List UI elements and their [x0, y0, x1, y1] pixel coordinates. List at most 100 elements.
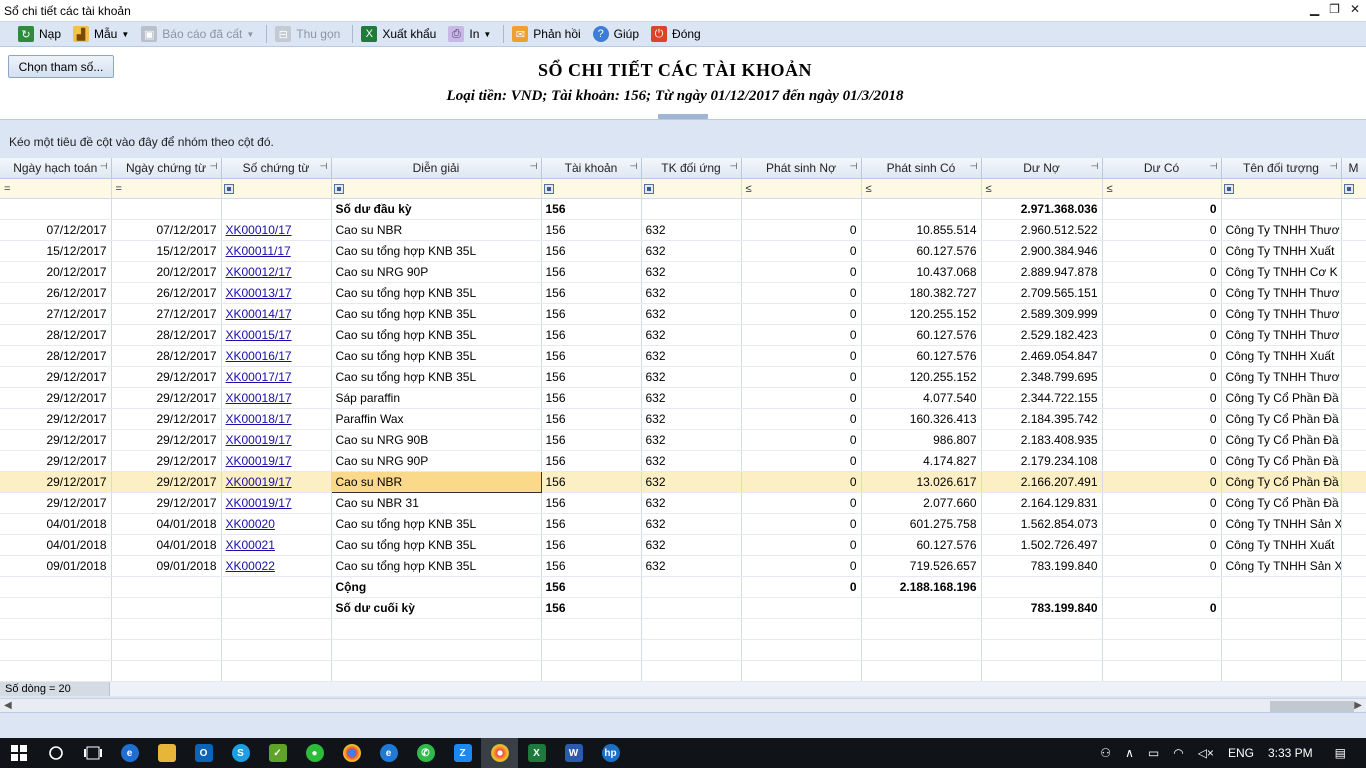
hp-icon[interactable]: hp [592, 738, 629, 768]
feedback-button[interactable]: ✉ Phản hồi [508, 23, 584, 45]
balance-credit-cell[interactable]: 0 [1102, 513, 1222, 535]
export-button[interactable]: X Xuất khẩu [357, 23, 440, 45]
posting-date-cell[interactable]: 29/12/2017 [0, 408, 112, 430]
debit-cell[interactable]: 0 [741, 366, 862, 388]
filter-cell[interactable]: ≤ [741, 178, 862, 199]
party-name-cell[interactable]: Công Ty TNHH Cơ K [1221, 261, 1342, 283]
description-cell[interactable]: Cao su NRG 90P [331, 261, 542, 283]
description-cell[interactable]: Cao su NBR 31 [331, 492, 542, 514]
contra-account-cell[interactable] [641, 576, 742, 598]
voucher-no-cell[interactable]: XK00019/17 [221, 429, 332, 451]
help-button[interactable]: ? Giúp [589, 23, 643, 45]
voucher-no-cell[interactable]: XK00018/17 [221, 408, 332, 430]
filter-cell[interactable]: = [111, 178, 222, 199]
table-row[interactable]: 26/12/2017 26/12/2017 XK00013/17 Cao su tổn… [0, 282, 1366, 304]
voucher-no-cell[interactable]: XK00019/17 [221, 492, 332, 514]
table-row[interactable]: 29/12/2017 29/12/2017 XK00018/17 Sáp paraff… [0, 387, 1366, 409]
pin-icon[interactable]: ⊣ [1091, 161, 1099, 172]
table-row[interactable]: 29/12/2017 29/12/2017 XK00017/17 Cao su tổn… [0, 366, 1366, 388]
balance-credit-cell[interactable]: 0 [1102, 555, 1222, 577]
party-name-cell[interactable]: Công Ty TNHH Thươ [1221, 366, 1342, 388]
party-name-cell[interactable]: Công Ty TNHH Thươ [1221, 219, 1342, 241]
account-cell[interactable]: 156 [541, 198, 642, 220]
posting-date-cell[interactable]: 29/12/2017 [0, 366, 112, 388]
debit-cell[interactable]: 0 [741, 576, 862, 598]
search-icon[interactable] [37, 738, 74, 768]
voucher-date-cell[interactable]: 28/12/2017 [111, 345, 222, 367]
table-row[interactable]: 15/12/2017 15/12/2017 XK00011/17 Cao su tổn… [0, 240, 1366, 262]
posting-date-cell[interactable]: 04/01/2018 [0, 513, 112, 535]
description-cell[interactable]: Cao su tổng hợp KNB 35L [331, 240, 542, 262]
contra-account-cell[interactable]: 632 [641, 303, 742, 325]
debit-cell[interactable] [741, 198, 862, 220]
pin-icon[interactable]: ⊣ [320, 161, 328, 172]
col-header-credit[interactable]: Phát sinh Có ⊣ [861, 158, 982, 179]
app-green-icon[interactable]: ✓ [259, 738, 296, 768]
table-row[interactable]: Cộng 156 0 2.188.168.196 [0, 576, 1366, 598]
collapse-button[interactable]: ⊟ Thu gọn [271, 23, 344, 45]
balance-credit-cell[interactable]: 0 [1102, 450, 1222, 472]
party-name-cell[interactable]: Công Ty Cổ Phần Đầ [1221, 408, 1342, 430]
battery-icon[interactable]: ▭ [1148, 746, 1159, 760]
filter-cell[interactable] [221, 178, 332, 199]
debit-cell[interactable]: 0 [741, 450, 862, 472]
party-name-cell[interactable]: Công Ty TNHH Thươ [1221, 303, 1342, 325]
pin-icon[interactable]: ⊣ [1210, 161, 1218, 172]
debit-cell[interactable]: 0 [741, 261, 862, 283]
balance-debit-cell[interactable]: 783.199.840 [981, 555, 1103, 577]
party-name-cell[interactable]: Công Ty TNHH Xuất [1221, 345, 1342, 367]
contra-account-cell[interactable]: 632 [641, 261, 742, 283]
party-name-cell[interactable] [1221, 198, 1342, 220]
language-indicator[interactable]: ENG [1228, 746, 1254, 760]
party-name-cell[interactable]: Công Ty Cổ Phần Đầ [1221, 450, 1342, 472]
voucher-no-cell[interactable]: XK00021 [221, 534, 332, 556]
voucher-date-cell[interactable] [111, 198, 222, 220]
voucher-date-cell[interactable]: 04/01/2018 [111, 513, 222, 535]
voucher-link[interactable]: XK00022 [226, 559, 275, 573]
contra-account-cell[interactable]: 632 [641, 492, 742, 514]
account-cell[interactable]: 156 [541, 261, 642, 283]
table-row[interactable]: 09/01/2018 09/01/2018 XK00022 Cao su tổng h… [0, 555, 1366, 577]
skype-icon[interactable]: S [222, 738, 259, 768]
posting-date-cell[interactable]: 29/12/2017 [0, 450, 112, 472]
pin-icon[interactable]: ⊣ [730, 161, 738, 172]
contra-account-cell[interactable]: 632 [641, 366, 742, 388]
filter-cell[interactable] [1341, 178, 1366, 199]
debit-cell[interactable]: 0 [741, 492, 862, 514]
posting-date-cell[interactable]: 27/12/2017 [0, 303, 112, 325]
voucher-date-cell[interactable]: 29/12/2017 [111, 492, 222, 514]
balance-credit-cell[interactable]: 0 [1102, 492, 1222, 514]
voucher-date-cell[interactable]: 15/12/2017 [111, 240, 222, 262]
voucher-no-cell[interactable]: XK00010/17 [221, 219, 332, 241]
close-button[interactable]: ⏻ Đóng [647, 23, 705, 45]
party-name-cell[interactable]: Công Ty Cổ Phần Đầ [1221, 471, 1342, 493]
voucher-link[interactable]: XK00019/17 [226, 433, 292, 447]
scroll-thumb[interactable] [1270, 701, 1354, 712]
group-by-panel[interactable]: Kéo một tiêu đề cột vào đây để nhóm theo… [0, 120, 1366, 158]
col-header-contra-account[interactable]: TK đối ứng ⊣ [641, 158, 742, 179]
account-cell[interactable]: 156 [541, 387, 642, 409]
wifi-icon[interactable]: ◠ [1173, 746, 1183, 760]
description-cell[interactable]: Số dư đầu kỳ [331, 198, 542, 220]
description-cell[interactable]: Cao su tổng hợp KNB 35L [331, 366, 542, 388]
party-name-cell[interactable]: Công Ty TNHH Sản X [1221, 555, 1342, 577]
minimize-button[interactable]: ▁ [1310, 2, 1319, 16]
edge-icon[interactable]: e [111, 738, 148, 768]
extra-cell[interactable] [1341, 240, 1366, 262]
filter-icon[interactable] [333, 183, 344, 194]
balance-credit-cell[interactable]: 0 [1102, 534, 1222, 556]
balance-credit-cell[interactable]: 0 [1102, 366, 1222, 388]
debit-cell[interactable]: 0 [741, 513, 862, 535]
misa-icon[interactable] [481, 738, 518, 768]
contra-account-cell[interactable]: 632 [641, 471, 742, 493]
voucher-date-cell[interactable]: 29/12/2017 [111, 471, 222, 493]
zalo-icon[interactable]: Z [444, 738, 481, 768]
account-cell[interactable]: 156 [541, 492, 642, 514]
balance-credit-cell[interactable]: 0 [1102, 219, 1222, 241]
credit-cell[interactable]: 60.127.576 [861, 345, 982, 367]
contra-account-cell[interactable]: 632 [641, 345, 742, 367]
balance-debit-cell[interactable]: 783.199.840 [981, 597, 1103, 619]
scroll-right-icon[interactable]: ▶ [1354, 700, 1362, 711]
description-cell[interactable]: Paraffin Wax [331, 408, 542, 430]
balance-debit-cell[interactable]: 2.900.384.946 [981, 240, 1103, 262]
